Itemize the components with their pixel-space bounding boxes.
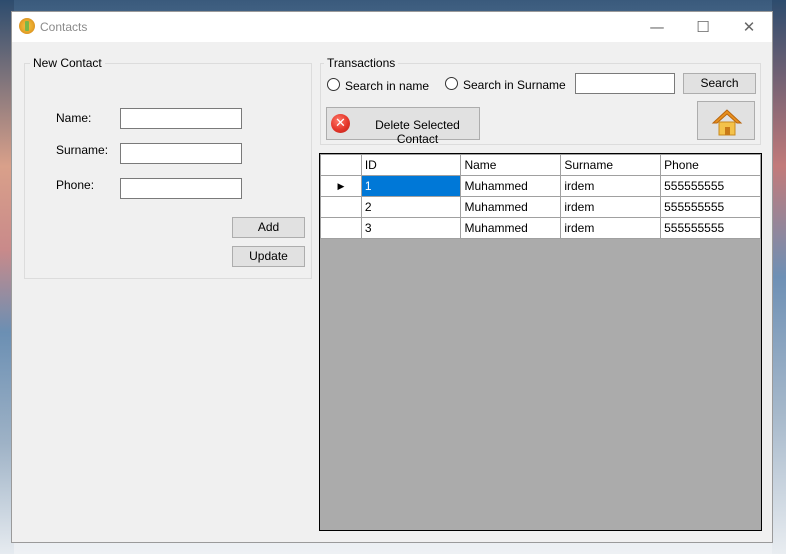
cell-id[interactable]: 1 [360,175,462,197]
surname-input[interactable] [120,143,242,164]
table-row[interactable]: 2 Muhammed irdem 555555555 [320,196,761,218]
search-in-surname-label[interactable]: Search in Surname [463,78,566,92]
search-input[interactable] [575,73,675,94]
add-button[interactable]: Add [232,217,305,238]
delete-button-label: Delete Selected Contact [375,118,460,146]
column-header-phone[interactable]: Phone [660,154,761,176]
search-in-name-label[interactable]: Search in name [345,79,429,93]
table-row[interactable]: ▶ 1 Muhammed irdem 555555555 [320,175,761,197]
title-bar: Contacts — ☐ ✕ [12,12,772,42]
current-row-indicator[interactable]: ▶ [320,175,362,197]
home-icon [711,109,743,136]
cell-id[interactable]: 2 [360,196,462,218]
column-header-id[interactable]: ID [360,154,462,176]
phone-label: Phone: [56,178,95,192]
table-row[interactable]: 3 Muhammed irdem 555555555 [320,217,761,239]
maximize-button[interactable]: ☐ [680,12,726,42]
cell-name[interactable]: Muhammed [460,175,562,197]
cell-name[interactable]: Muhammed [460,196,562,218]
surname-label: Surname: [56,143,109,157]
cell-phone[interactable]: 555555555 [660,175,761,197]
minimize-button[interactable]: — [634,12,680,42]
window-title: Contacts [40,20,88,34]
cell-name[interactable]: Muhammed [460,217,562,239]
delete-selected-contact-button[interactable]: ✕ Delete Selected Contact [326,107,480,146]
close-button[interactable]: ✕ [726,12,772,42]
column-header-name[interactable]: Name [460,154,562,176]
cell-phone[interactable]: 555555555 [660,196,761,218]
new-contact-group: New Contact Name: Surname: Phone: Add Up… [24,56,312,279]
contacts-window: Contacts — ☐ ✕ New Contact Name: Surname… [11,11,773,543]
row-header[interactable] [320,217,362,239]
cell-surname[interactable]: irdem [560,217,662,239]
cell-surname[interactable]: irdem [560,196,662,218]
cell-id[interactable]: 3 [360,217,462,239]
home-button[interactable] [697,101,755,140]
column-header-surname[interactable]: Surname [560,154,662,176]
delete-icon: ✕ [331,114,350,133]
name-input[interactable] [120,108,242,129]
update-button[interactable]: Update [232,246,305,267]
contacts-grid[interactable]: ID Name Surname Phone ▶ 1 Muhammed irdem… [319,153,762,531]
grid-header-row: ID Name Surname Phone [320,154,761,176]
search-in-name-radio[interactable] [327,78,340,91]
cell-surname[interactable]: irdem [560,175,662,197]
desktop-background-right [772,0,786,554]
transactions-group: Transactions Search in name Search in Su… [320,56,761,146]
new-contact-legend: New Contact [30,56,105,70]
search-in-surname-radio[interactable] [445,77,458,90]
row-header[interactable] [320,196,362,218]
phone-input[interactable] [120,178,242,199]
cell-phone[interactable]: 555555555 [660,217,761,239]
app-icon [19,18,35,34]
search-button[interactable]: Search [683,73,756,94]
row-header-corner [320,154,362,176]
transactions-legend: Transactions [324,56,399,70]
name-label: Name: [56,111,92,125]
